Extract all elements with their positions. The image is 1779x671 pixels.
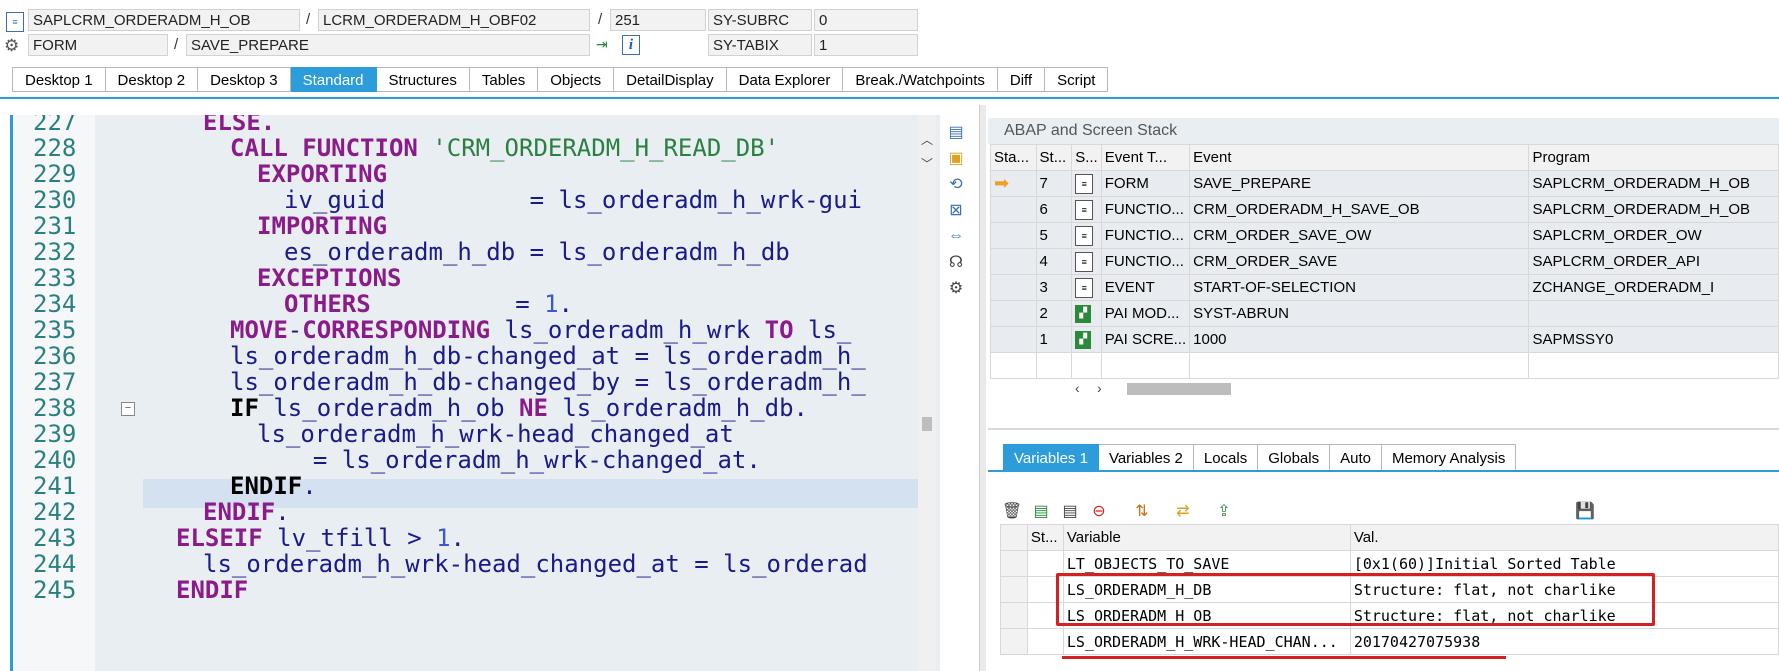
tab-memory-analysis[interactable]: Memory Analysis (1381, 444, 1517, 471)
tab-breakpoints[interactable]: Break./Watchpoints (843, 67, 998, 92)
panel-divider[interactable] (988, 428, 1779, 430)
column-header[interactable]: Event (1189, 144, 1530, 171)
event-type-field[interactable]: FORM (28, 34, 168, 56)
new-doc-icon[interactable]: ▣ (946, 148, 966, 168)
annotation-box (1056, 573, 1655, 626)
scroll-up-icon[interactable]: ︿ (921, 131, 933, 148)
sy-subrc-label: SY-SUBRC (708, 9, 812, 31)
info-icon[interactable]: i (622, 35, 640, 55)
delete-row-icon[interactable]: ⊖ (1088, 500, 1110, 522)
tab-variables-2[interactable]: Variables 2 (1098, 444, 1194, 471)
tab-script[interactable]: Script (1045, 67, 1109, 92)
column-header[interactable]: St... (1035, 144, 1073, 171)
program-field[interactable]: SAPLCRM_ORDERADM_H_OB (28, 9, 300, 31)
column-header[interactable]: St... (1026, 524, 1064, 551)
separator: / (174, 36, 179, 53)
tab-objects[interactable]: Objects (538, 67, 615, 92)
trash-icon[interactable]: 🗑 (1001, 500, 1023, 522)
pane-splitter[interactable] (979, 105, 986, 671)
headset-icon[interactable]: ☊ (946, 252, 966, 272)
sort-icon[interactable]: ⇅ (1131, 500, 1153, 522)
gear-icon: ⚙ (4, 36, 20, 55)
document-icon: ≡ (1075, 225, 1094, 246)
table-row[interactable]: 6 ≡ FUNCTIO... CRM_ORDERADM_H_SAVE_OB SAPL… (990, 196, 1779, 223)
sy-subrc-value[interactable]: 0 (814, 9, 918, 31)
document-icon: ≡ (1075, 277, 1094, 298)
column-header[interactable]: Event T... (1100, 144, 1191, 171)
table-row[interactable]: 2 ▞ PAI MOD... SYST-ABRUN (990, 300, 1779, 327)
screen-icon: ▞ (1075, 304, 1092, 323)
tab-tables[interactable]: Tables (469, 67, 539, 92)
tab-detaildisplay[interactable]: DetailDisplay (614, 67, 727, 92)
tab-diff[interactable]: Diff (997, 67, 1046, 92)
variables-tab-underline (988, 470, 1779, 472)
tab-structures[interactable]: Structures (376, 67, 470, 92)
scroll-left-icon[interactable]: ‹ (1075, 380, 1080, 396)
table-row[interactable]: 1 ▞ PAI SCRE... 1000 SAPMSSY0 (990, 326, 1779, 353)
navigate-icon[interactable]: ⇥ (596, 36, 614, 54)
column-header[interactable]: Variable (1062, 524, 1351, 551)
event-name-field[interactable]: SAVE_PREPARE (186, 34, 590, 56)
include-field[interactable]: LCRM_ORDERADM_H_OBF02 (318, 9, 590, 31)
table-row[interactable]: 5 ≡ FUNCTIO... CRM_ORDER_SAVE_OW SAPLCRM_O… (990, 222, 1779, 249)
edit-row-icon[interactable]: ▤ (1059, 500, 1081, 522)
tab-auto[interactable]: Auto (1330, 444, 1382, 471)
sy-tabix-value[interactable]: 1 (814, 34, 918, 56)
code-line: 245 ENDIF (33, 576, 249, 604)
table-row[interactable]: 3 ≡ EVENT START-OF-SELECTION ZCHANGE_ORDER… (990, 274, 1779, 301)
table-header: St... Variable Val. (1000, 524, 1779, 551)
tab-desktop-2[interactable]: Desktop 2 (105, 67, 199, 92)
column-header[interactable]: Sta... (990, 144, 1037, 171)
separator: / (598, 11, 603, 28)
table-header: Sta... St... S... Event T... Event Progr… (990, 144, 1779, 171)
tab-data-explorer[interactable]: Data Explorer (726, 67, 844, 92)
tab-underline (0, 97, 1779, 99)
table-row[interactable]: LS_ORDERADM_H_WRK-HEAD_CHAN... 201704270… (1000, 628, 1779, 655)
editor-scrollbar[interactable]: ︿ ﹀ (918, 115, 936, 671)
scroll-thumb[interactable] (922, 417, 932, 431)
transfer-icon[interactable]: ⇄ (1172, 500, 1194, 522)
separator: / (306, 11, 311, 28)
source-code-editor[interactable]: − 227 ELSE. 228 CALL FUNCTION 'CRM_ORDERAD… (10, 115, 943, 671)
insert-row-icon[interactable]: ▤ (1030, 500, 1052, 522)
stack-panel-title: ABAP and Screen Stack (988, 118, 1779, 144)
tab-standard[interactable]: Standard (290, 67, 377, 92)
settings-icon[interactable]: ⚙ (946, 278, 966, 298)
tab-desktop-1[interactable]: Desktop 1 (12, 67, 106, 92)
current-arrow-icon: ➡ (994, 173, 1010, 193)
tab-globals[interactable]: Globals (1258, 444, 1331, 471)
table-view-icon[interactable]: ▤ (946, 122, 966, 142)
tab-variables-1[interactable]: Variables 1 (1003, 444, 1099, 471)
desktop-tabs: Desktop 1 Desktop 2 Desktop 3 Standard S… (12, 67, 1109, 92)
document-icon: ≡ (1075, 199, 1094, 220)
save-icon[interactable]: 💾 (1574, 500, 1596, 522)
refresh-icon[interactable]: ⟲ (946, 174, 966, 194)
scroll-down-icon[interactable]: ﹀ (921, 155, 933, 172)
crosshair-icon[interactable]: ⊠ (946, 200, 966, 220)
stack-hscroll[interactable]: ‹ › (1075, 380, 1255, 398)
program-icon: ≡ (6, 12, 24, 32)
scroll-thumb[interactable] (1127, 383, 1231, 395)
table-row[interactable]: 4 ≡ FUNCTIO... CRM_ORDER_SAVE SAPLCRM_ORDE… (990, 248, 1779, 275)
table-row[interactable]: ➡ 7 ≡ FORM SAVE_PREPARE SAPLCRM_ORDERADM… (990, 170, 1779, 197)
tab-locals[interactable]: Locals (1193, 444, 1259, 471)
scroll-right-icon[interactable]: › (1097, 380, 1102, 396)
tab-desktop-3[interactable]: Desktop 3 (198, 67, 291, 92)
document-icon: ≡ (1075, 251, 1094, 272)
column-header[interactable]: Program (1528, 144, 1779, 171)
document-icon: ≡ (1075, 173, 1094, 194)
sy-tabix-label: SY-TABIX (708, 34, 812, 56)
export-icon[interactable]: ⇪ (1213, 500, 1235, 522)
editor-toolbar (940, 115, 970, 671)
screen-icon: ▞ (1075, 330, 1092, 349)
column-header[interactable]: S... (1071, 144, 1102, 171)
annotation-underline (1062, 656, 1506, 659)
line-number-field[interactable]: 251 (610, 9, 706, 31)
table-row (990, 352, 1779, 379)
column-header[interactable]: Val. (1349, 524, 1779, 551)
stack-table: Sta... St... S... Event T... Event Progr… (990, 144, 1779, 379)
variables-tabs: Variables 1 Variables 2 Locals Globals A… (1003, 444, 1517, 471)
resize-icon[interactable]: ⇔ (946, 226, 966, 246)
